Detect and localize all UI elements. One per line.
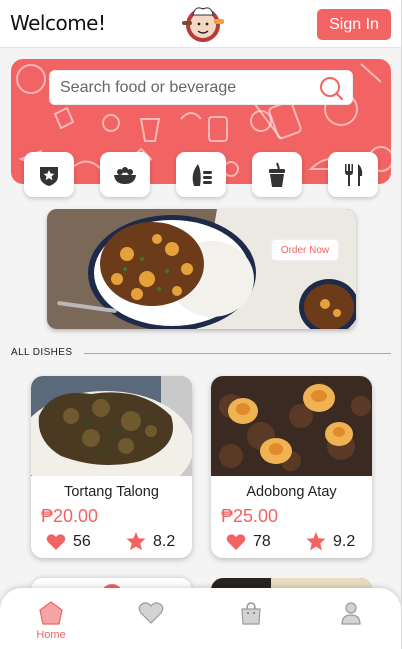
nav-cart[interactable] <box>226 600 276 644</box>
dish-image <box>31 376 192 476</box>
star-icon <box>306 532 326 551</box>
user-icon <box>341 602 361 625</box>
category-seafood-button[interactable] <box>176 152 226 197</box>
chef-logo-icon <box>182 7 224 42</box>
welcome-text: Welcome! <box>10 11 106 35</box>
dish-card[interactable]: Tortang Talong ₱20.00 56 8.2 <box>31 376 192 558</box>
badge-star-icon <box>40 166 58 186</box>
category-drinks-button[interactable] <box>252 152 302 197</box>
dish-image <box>211 376 372 476</box>
search-bar <box>49 70 353 105</box>
heart-icon[interactable] <box>46 533 66 551</box>
category-meals-button[interactable] <box>100 152 150 197</box>
rating-value: 8.2 <box>153 533 176 550</box>
order-now-button[interactable]: Order Now <box>271 239 339 261</box>
seafood-icon <box>192 163 212 186</box>
search-icon[interactable] <box>318 75 344 101</box>
nav-favorites[interactable] <box>126 600 176 644</box>
search-input[interactable] <box>60 77 310 99</box>
star-icon <box>126 532 146 551</box>
category-specials-button[interactable] <box>24 152 74 197</box>
heart-icon[interactable] <box>226 533 246 551</box>
nav-home-label: Home <box>36 629 66 641</box>
app-screen: Welcome! Sign In Search food or beverage… <box>0 0 402 649</box>
heart-icon <box>138 602 164 624</box>
like-count: 56 <box>73 533 91 550</box>
dish-name: Adobong Atay <box>246 484 337 500</box>
section-title: ALL DISHES <box>11 347 73 358</box>
home-icon <box>39 601 63 625</box>
category-dining-button[interactable] <box>328 152 378 197</box>
featured-dish-banner[interactable] <box>47 209 356 329</box>
dish-price: ₱25.00 <box>221 506 279 526</box>
rating-value: 9.2 <box>333 533 356 550</box>
featured-dish-image <box>47 209 356 329</box>
nav-profile[interactable] <box>326 600 376 644</box>
food-bowl-icon <box>114 166 136 184</box>
top-bar: Welcome! Sign In <box>0 0 401 48</box>
section-divider <box>84 353 391 354</box>
drink-cup-icon <box>269 162 285 187</box>
dish-card[interactable]: Adobong Atay ₱25.00 78 9.2 <box>211 376 372 558</box>
dish-name: Tortang Talong <box>64 484 159 500</box>
bag-icon <box>241 602 261 625</box>
like-count: 78 <box>253 533 271 550</box>
nav-home[interactable]: Home <box>26 600 76 644</box>
sign-in-button[interactable]: Sign In <box>317 9 391 40</box>
dish-price: ₱20.00 <box>41 506 99 526</box>
fork-knife-icon <box>345 163 363 186</box>
